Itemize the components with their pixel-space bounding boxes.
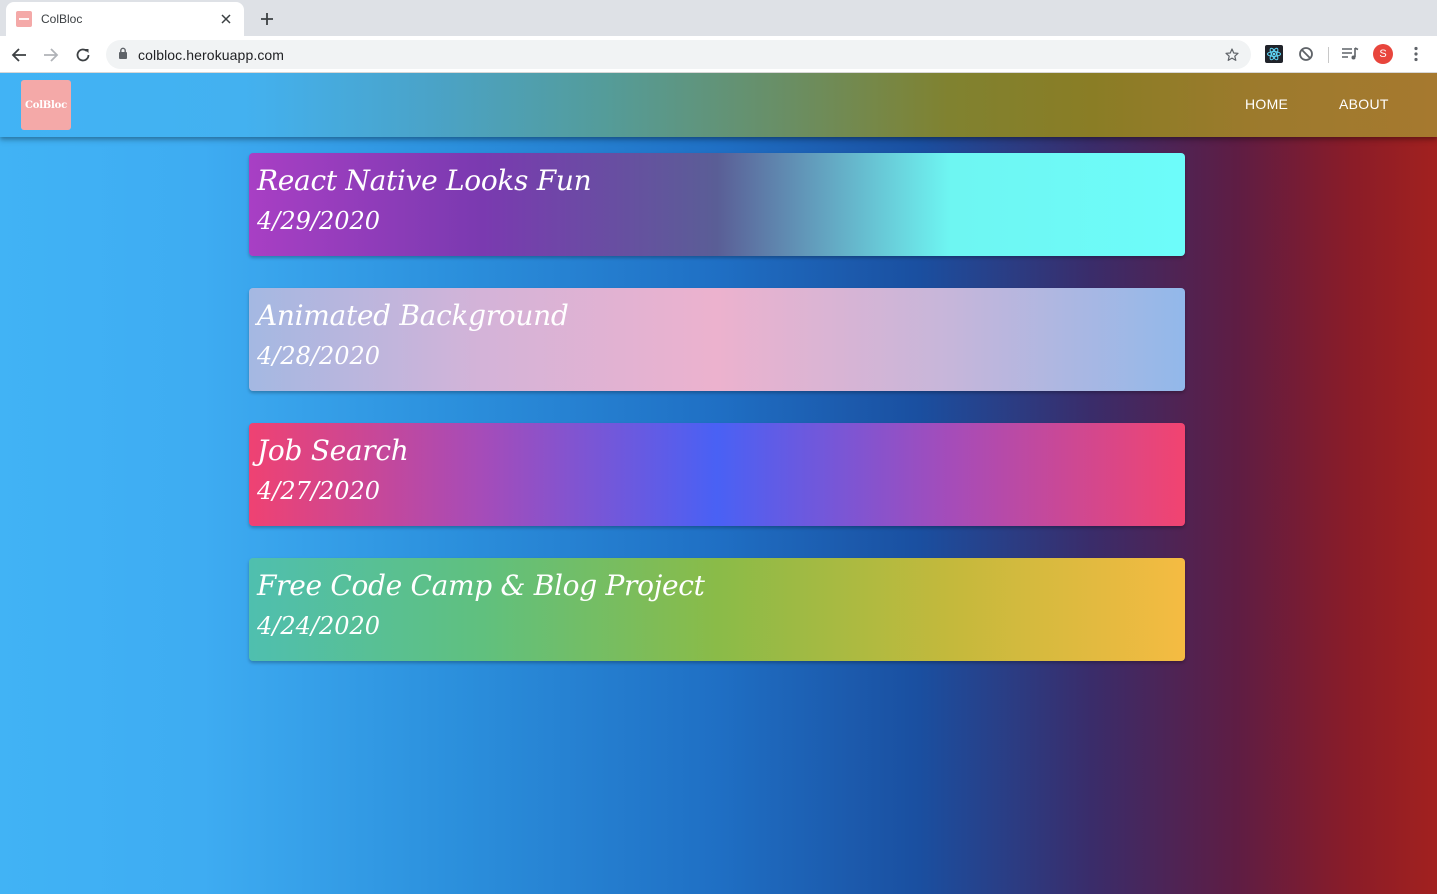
tab-title: ColBloc bbox=[41, 12, 83, 26]
new-tab-icon[interactable] bbox=[255, 7, 279, 31]
post-title: Job Search bbox=[257, 434, 409, 467]
post-title: React Native Looks Fun bbox=[257, 164, 592, 197]
forward-arrow-icon[interactable] bbox=[38, 42, 64, 68]
react-devtools-icon[interactable] bbox=[1265, 45, 1283, 63]
post-date: 4/24/2020 bbox=[257, 612, 381, 640]
post-date: 4/28/2020 bbox=[257, 342, 381, 370]
lock-icon bbox=[118, 46, 128, 64]
browser-tab[interactable]: ColBloc bbox=[6, 2, 244, 36]
post-card[interactable]: Animated Background 4/28/2020 bbox=[249, 288, 1185, 391]
media-queue-icon[interactable] bbox=[1341, 45, 1359, 63]
post-title: Free Code Camp & Blog Project bbox=[257, 569, 705, 602]
profile-avatar[interactable]: S bbox=[1373, 44, 1393, 64]
favicon-icon bbox=[16, 11, 32, 27]
url-text: colbloc.herokuapp.com bbox=[138, 46, 285, 63]
address-bar[interactable]: colbloc.herokuapp.com bbox=[106, 40, 1251, 69]
reload-icon[interactable] bbox=[70, 42, 96, 68]
browser-tabstrip: ColBloc bbox=[0, 0, 1437, 36]
browser-toolbar: colbloc.herokuapp.com S bbox=[0, 36, 1437, 73]
block-icon[interactable] bbox=[1297, 45, 1315, 63]
post-card[interactable]: React Native Looks Fun 4/29/2020 bbox=[249, 153, 1185, 256]
logo-text: ColBloc bbox=[24, 99, 68, 111]
post-card[interactable]: Job Search 4/27/2020 bbox=[249, 423, 1185, 526]
close-tab-icon[interactable] bbox=[218, 11, 234, 27]
post-date: 4/29/2020 bbox=[257, 207, 381, 235]
post-title: Animated Background bbox=[257, 299, 569, 332]
page-background: ColBloc HOME ABOUT React Native Looks Fu… bbox=[0, 73, 1437, 894]
nav-about-link[interactable]: ABOUT bbox=[1339, 96, 1389, 112]
back-arrow-icon[interactable] bbox=[6, 42, 32, 68]
browser-menu-icon[interactable] bbox=[1406, 44, 1426, 64]
bookmark-star-icon[interactable] bbox=[1223, 46, 1241, 64]
post-date: 4/27/2020 bbox=[257, 477, 381, 505]
nav-home-link[interactable]: HOME bbox=[1245, 96, 1288, 112]
app-logo[interactable]: ColBloc bbox=[21, 80, 71, 130]
app-header: ColBloc HOME ABOUT bbox=[0, 73, 1437, 137]
post-card[interactable]: Free Code Camp & Blog Project 4/24/2020 bbox=[249, 558, 1185, 661]
toolbar-divider bbox=[1328, 47, 1329, 63]
